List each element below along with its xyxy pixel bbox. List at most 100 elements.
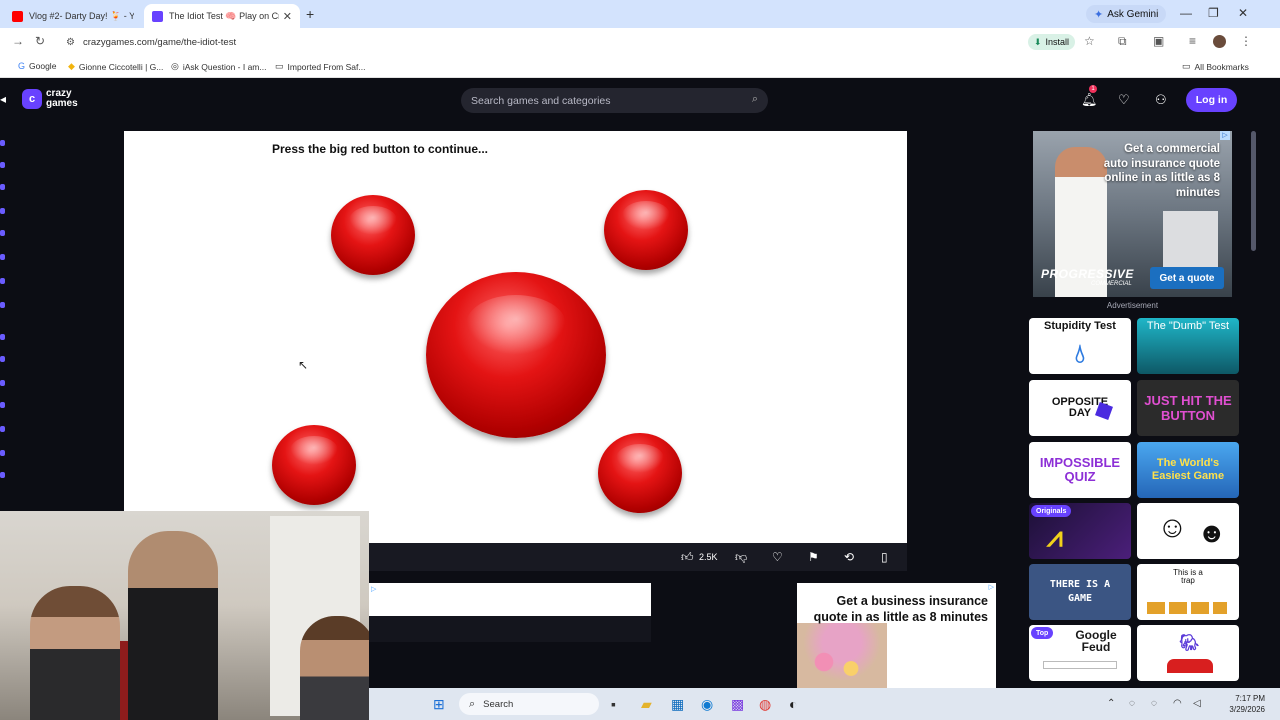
- game-thumb-stupidity-test[interactable]: Stupidity Test 💧︎: [1029, 318, 1131, 374]
- small-red-button-top-left[interactable]: [331, 195, 415, 275]
- game-canvas[interactable]: Press the big red button to continue... …: [124, 131, 907, 543]
- small-red-button-bottom-right[interactable]: [598, 433, 682, 513]
- friends-icon[interactable]: ⚇: [1155, 92, 1167, 108]
- taskbar-search[interactable]: ⌕ Search: [459, 693, 599, 715]
- close-tab-icon[interactable]: ✕: [283, 10, 292, 23]
- page-scrollbar[interactable]: [1251, 131, 1256, 251]
- profile-avatar[interactable]: [1213, 35, 1226, 48]
- address-bar[interactable]: ⚙ crazygames.com/game/the-idiot-test: [58, 32, 1108, 52]
- store-icon[interactable]: ▦: [671, 696, 684, 713]
- thumbs-down-icon[interactable]: 👎︎: [735, 550, 747, 565]
- bookmark-google[interactable]: G Google: [18, 61, 56, 71]
- windows-start-icon[interactable]: ⊞: [433, 696, 445, 713]
- small-red-button-bottom-left[interactable]: [272, 425, 356, 505]
- game-thumb-originals[interactable]: Originals ⩘: [1029, 503, 1131, 559]
- search-icon[interactable]: ⌕: [752, 93, 758, 106]
- wifi-icon[interactable]: ◠: [1173, 698, 1182, 709]
- tray-overflow-icon[interactable]: ⌃: [1107, 698, 1115, 709]
- crazygames-logo-icon[interactable]: c: [22, 89, 42, 109]
- sidebar-item-icon[interactable]: [0, 472, 5, 478]
- maximize-icon[interactable]: ❐: [1208, 6, 1219, 20]
- banner-ad-slot[interactable]: ▷: [369, 583, 651, 616]
- minimize-icon[interactable]: —: [1180, 6, 1192, 20]
- side-panel-icon[interactable]: ▣: [1153, 34, 1164, 48]
- forward-arrow-icon[interactable]: →: [12, 34, 24, 48]
- bookmark-gionne[interactable]: ◆ Gionne Ciccotelli | G...: [68, 61, 163, 72]
- sidebar-item-icon[interactable]: [0, 356, 5, 362]
- game-thumb-elephant[interactable]: 🐘︎: [1137, 625, 1239, 681]
- game-search-input[interactable]: Search games and categories ⌕: [461, 88, 768, 113]
- login-button[interactable]: Log in: [1186, 88, 1237, 112]
- reload-icon[interactable]: ↻: [35, 34, 45, 48]
- adchoices-icon[interactable]: ▷: [371, 585, 376, 593]
- adchoices-icon[interactable]: ▷: [1220, 131, 1230, 140]
- fullscreen-icon[interactable]: ▯: [881, 550, 888, 564]
- new-tab-button[interactable]: +: [306, 6, 314, 22]
- bookmark-iask[interactable]: ◎ iAsk Question - I am...: [171, 61, 266, 72]
- site-info-icon[interactable]: ⚙: [66, 37, 75, 48]
- business-insurance-ad[interactable]: Get a business insurance quote in as lit…: [797, 583, 996, 688]
- sidebar-item-icon[interactable]: [0, 230, 5, 236]
- game-thumb-opposite-day[interactable]: OPPOSITE DAY: [1029, 380, 1131, 436]
- sidebar-item-icon[interactable]: [0, 334, 5, 340]
- report-flag-icon[interactable]: ⚑: [808, 550, 819, 564]
- extensions-icon[interactable]: ⧉: [1118, 34, 1127, 49]
- game-thumb-google-feud[interactable]: Top Google Feud: [1029, 625, 1131, 681]
- app-grid-icon[interactable]: ▩: [731, 696, 744, 713]
- chrome-icon[interactable]: ◍: [759, 696, 771, 713]
- game-thumb-just-hit-the-button[interactable]: JUST HIT THE BUTTON: [1137, 380, 1239, 436]
- taskbar-clock[interactable]: 7:17 PM 3/29/2026: [1215, 693, 1265, 715]
- adchoices-icon[interactable]: ▷: [989, 583, 994, 591]
- sidebar-item-icon[interactable]: [0, 184, 5, 190]
- game-thumb-this-is-a-trap[interactable]: This is a trap: [1137, 564, 1239, 620]
- reading-list-icon[interactable]: ≡: [1189, 34, 1196, 48]
- tray-app-icon[interactable]: ◌: [1129, 698, 1135, 709]
- sidebar-item-icon[interactable]: [0, 302, 5, 308]
- game-thumb-dumb-test[interactable]: The "Dumb" Test: [1137, 318, 1239, 374]
- get-quote-button[interactable]: Get a quote: [1150, 267, 1224, 289]
- game-thumb-impossible-quiz[interactable]: IMPOSSIBLE QUIZ: [1029, 442, 1131, 498]
- favorites-heart-icon[interactable]: ♡: [1118, 92, 1130, 108]
- file-explorer-icon[interactable]: ▰: [641, 696, 652, 713]
- task-view-icon[interactable]: ▪: [611, 696, 616, 712]
- ask-gemini-button[interactable]: ✦ Ask Gemini: [1086, 5, 1167, 23]
- chrome-menu-icon[interactable]: ⋮: [1240, 34, 1252, 48]
- small-red-button-top-right[interactable]: [604, 190, 688, 270]
- tray-app-icon[interactable]: ◌: [1151, 698, 1157, 709]
- thumbs-up-icon[interactable]: 👍︎: [681, 550, 694, 565]
- close-window-icon[interactable]: ✕: [1238, 6, 1248, 20]
- webcam-overlay: [0, 511, 369, 720]
- sidebar-item-icon[interactable]: [0, 254, 5, 260]
- all-bookmarks-folder[interactable]: ▭ All Bookmarks: [1182, 61, 1249, 72]
- install-label: Install: [1045, 37, 1070, 47]
- volume-icon[interactable]: ◁: [1193, 698, 1201, 709]
- obs-icon[interactable]: ◐: [789, 696, 797, 712]
- sidebar-item-icon[interactable]: [0, 426, 5, 432]
- notifications-bell-icon[interactable]: 🔔︎: [1081, 92, 1098, 108]
- sidebar-item-icon[interactable]: [0, 380, 5, 386]
- bookmark-star-icon[interactable]: ☆: [1084, 34, 1095, 48]
- sidebar-item-icon[interactable]: [0, 402, 5, 408]
- progressive-ad[interactable]: Get a commercial auto insurance quote on…: [1033, 131, 1232, 297]
- game-thumb-worlds-easiest-game[interactable]: The World's Easiest Game: [1137, 442, 1239, 498]
- bookmark-imported[interactable]: ▭ Imported From Saf...: [275, 61, 365, 72]
- game-thumb-there-is-a-game[interactable]: THERE IS A GAME: [1029, 564, 1131, 620]
- share-icon[interactable]: ⟲: [844, 550, 854, 564]
- google-icon: G: [18, 61, 26, 71]
- sidebar-item-icon[interactable]: [0, 208, 5, 214]
- install-app-button[interactable]: ⬇ Install: [1028, 34, 1076, 50]
- sidebar-item-icon[interactable]: [0, 162, 5, 168]
- crazygames-logo-text[interactable]: crazy games: [46, 89, 78, 109]
- favorite-heart-icon[interactable]: ♡: [772, 550, 783, 564]
- sidebar-collapse-icon[interactable]: ◂: [0, 92, 6, 106]
- tab-youtube-vlog[interactable]: Vlog #2- Darty Day! 🍹 - YouTu: [4, 4, 142, 28]
- game-thumb-title: This is a trap: [1173, 568, 1203, 585]
- sidebar-item-icon[interactable]: [0, 140, 5, 146]
- originals-badge: Originals: [1031, 505, 1072, 517]
- tab-idiot-test[interactable]: The Idiot Test 🧠 Play on Crazy ✕: [144, 4, 300, 28]
- big-red-button[interactable]: [426, 272, 606, 438]
- sidebar-item-icon[interactable]: [0, 278, 5, 284]
- game-thumb-sketch-characters[interactable]: ☺ ☻: [1137, 503, 1239, 559]
- edge-icon[interactable]: ◉: [701, 696, 713, 713]
- sidebar-item-icon[interactable]: [0, 450, 5, 456]
